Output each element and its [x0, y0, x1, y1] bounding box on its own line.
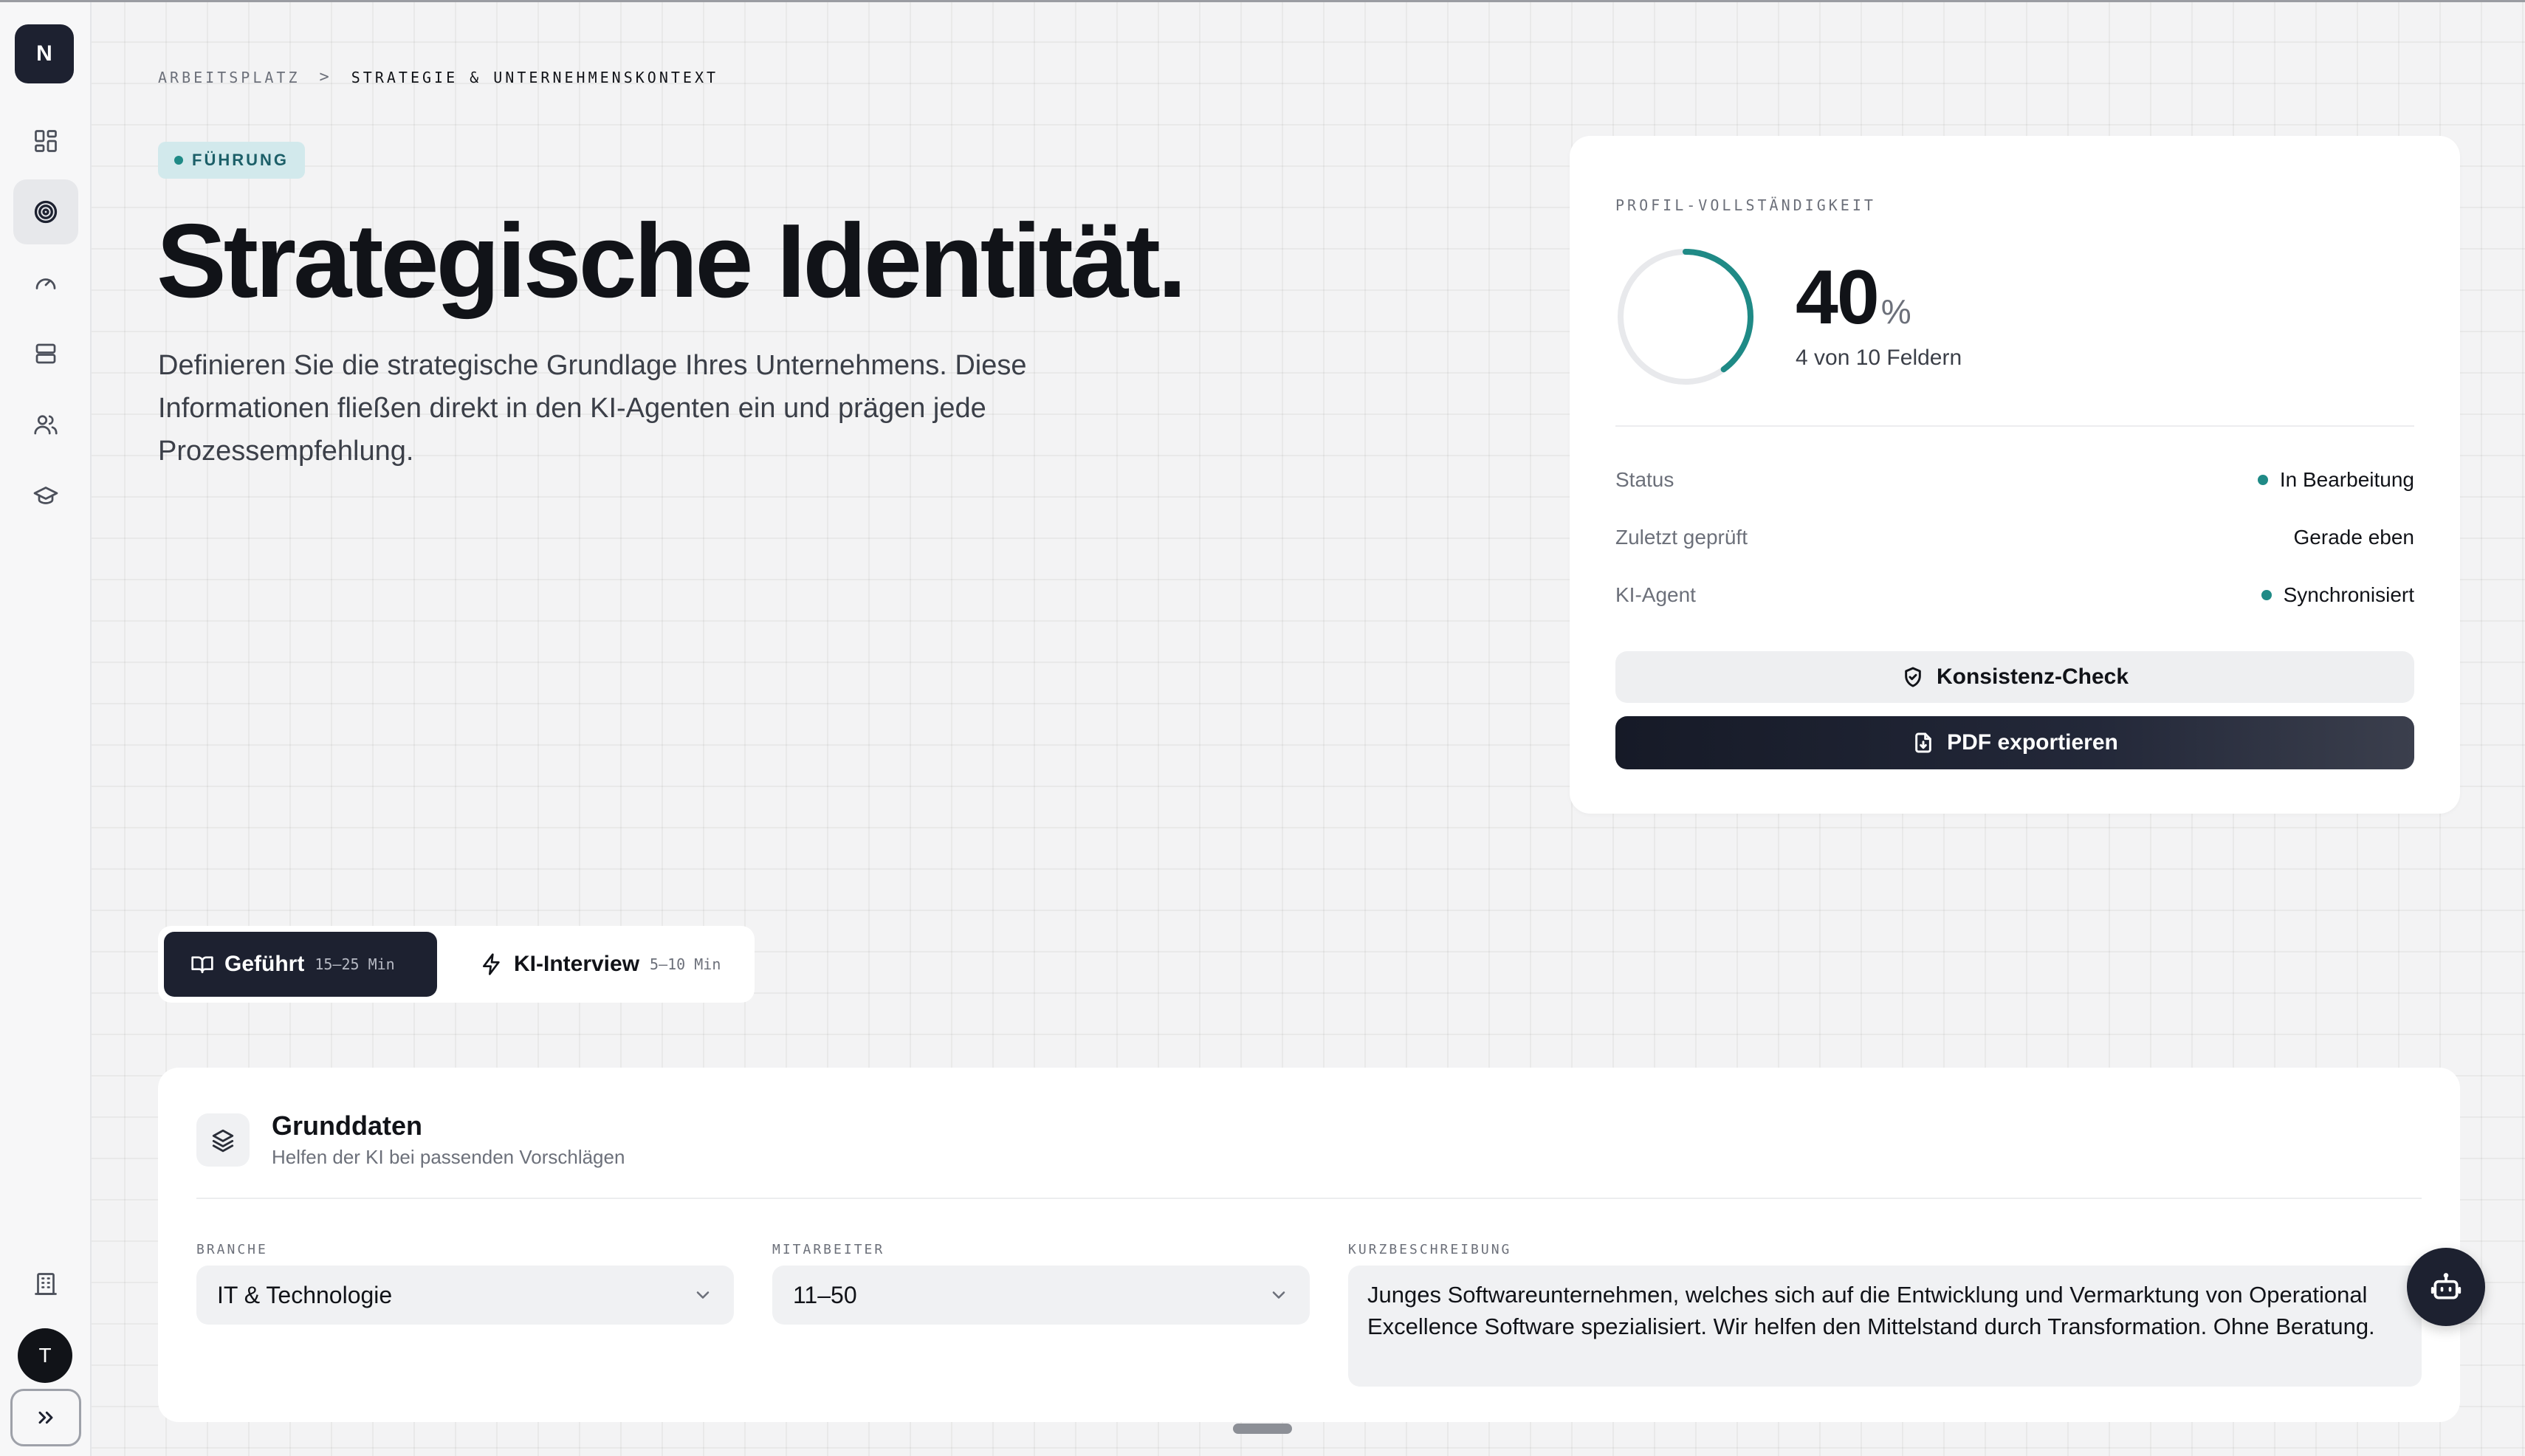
status-value: In Bearbeitung — [2279, 468, 2414, 491]
gauge-icon[interactable] — [13, 250, 78, 315]
consistency-check-label: Konsistenz-Check — [1936, 665, 2129, 689]
sidebar: N T — [0, 2, 92, 1456]
industry-label: BRANCHE — [196, 1242, 268, 1257]
completeness-percent: 40 % — [1796, 254, 1911, 342]
file-download-icon — [1915, 732, 1931, 753]
basic-data-section: Grunddaten Helfen der KI bei passenden V… — [158, 1068, 2460, 1422]
scroll-handle[interactable] — [1233, 1424, 1292, 1434]
book-icon — [191, 956, 213, 973]
section-icon-container — [196, 1113, 250, 1167]
section-title: Grunddaten — [272, 1110, 422, 1141]
profile-completeness-card: PROFIL-VOLLSTÄNDIGKEIT 40 % 4 von 10 Fel… — [1570, 136, 2460, 814]
app-logo[interactable]: N — [15, 24, 74, 83]
users-icon[interactable] — [13, 392, 78, 457]
status-dot — [2257, 475, 2268, 485]
section-subtitle: Helfen der KI bei passenden Vorschlägen — [272, 1146, 625, 1168]
layers-icon — [212, 1129, 234, 1153]
pdf-export-label: PDF exportieren — [1947, 730, 2118, 755]
page-description: Definieren Sie die strategische Grundlag… — [158, 350, 1027, 467]
lightning-icon — [483, 953, 500, 975]
profile-completeness-label: PROFIL-VOLLSTÄNDIGKEIT — [1615, 196, 1876, 214]
breadcrumb-parent[interactable]: ARBEITSPLATZ — [158, 69, 300, 86]
tab-guided-time: 15–25 Min — [315, 955, 395, 973]
graduation-cap-icon[interactable] — [13, 463, 78, 528]
tab-ai-interview-label: KI-Interview — [514, 952, 640, 976]
short-description-label: KURZBESCHREIBUNG — [1348, 1242, 1512, 1257]
window-top-border — [0, 0, 2525, 2]
page-title: Strategische Identität. — [157, 202, 1186, 320]
last-checked-value: Gerade eben — [2293, 526, 2414, 549]
layers-icon[interactable] — [13, 321, 78, 386]
employees-label: MITARBEITER — [772, 1242, 885, 1257]
chevron-down-icon — [1272, 1291, 1285, 1299]
tab-ai-interview[interactable]: KI-Interview 5–10 Min — [453, 932, 749, 997]
chevron-down-icon — [696, 1291, 710, 1299]
fields-count: 4 von 10 Feldern — [1796, 346, 1962, 370]
badge-label: FÜHRUNG — [192, 151, 289, 169]
building-icon[interactable] — [13, 1251, 78, 1316]
industry-value: IT & Technologie — [217, 1281, 393, 1308]
section-divider — [196, 1198, 2422, 1199]
last-checked-row: Zuletzt geprüft Gerade eben — [1615, 526, 2414, 549]
expand-sidebar-button[interactable] — [10, 1389, 81, 1446]
target-icon[interactable] — [13, 179, 78, 244]
percent-unit: % — [1880, 292, 1911, 331]
ai-agent-value: Synchronisiert — [2283, 583, 2414, 606]
short-description-textarea[interactable]: Junges Softwareunternehmen, welches sich… — [1348, 1266, 2422, 1387]
employees-value: 11–50 — [793, 1281, 857, 1308]
employees-select[interactable]: 11–50 — [772, 1266, 1310, 1325]
status-row: Status In Bearbeitung — [1615, 468, 2414, 492]
breadcrumb-separator: > — [319, 68, 332, 86]
category-badge: FÜHRUNG — [158, 142, 305, 179]
consistency-check-button[interactable]: Konsistenz-Check — [1615, 651, 2414, 703]
ai-agent-label: KI-Agent — [1615, 583, 1696, 606]
status-label: Status — [1615, 468, 1674, 491]
divider — [1615, 425, 2414, 427]
pdf-export-button[interactable]: PDF exportieren — [1615, 716, 2414, 769]
ai-assistant-button[interactable] — [2407, 1248, 2485, 1326]
mode-tabs: Geführt 15–25 Min KI-Interview 5–10 Min — [158, 926, 755, 1003]
ai-agent-row: KI-Agent Synchronisiert — [1615, 583, 2414, 607]
tab-guided-label: Geführt — [224, 952, 305, 976]
percent-value: 40 — [1796, 255, 1880, 340]
badge-dot — [174, 156, 183, 165]
last-checked-label: Zuletzt geprüft — [1615, 526, 1748, 549]
progress-ring — [1618, 249, 1753, 385]
chevrons-right-icon — [38, 1411, 53, 1424]
user-avatar[interactable]: T — [18, 1328, 72, 1383]
shield-check-icon — [1905, 667, 1921, 687]
tab-guided[interactable]: Geführt 15–25 Min — [164, 932, 437, 997]
dashboard-icon[interactable] — [13, 109, 78, 174]
industry-select[interactable]: IT & Technologie — [196, 1266, 734, 1325]
robot-icon — [2430, 1273, 2462, 1299]
breadcrumb: ARBEITSPLATZ > STRATEGIE & UNTERNEHMENSK… — [158, 68, 718, 86]
breadcrumb-current: STRATEGIE & UNTERNEHMENSKONTEXT — [351, 68, 719, 86]
ai-agent-dot — [2261, 590, 2272, 600]
tab-ai-interview-time: 5–10 Min — [650, 955, 721, 973]
